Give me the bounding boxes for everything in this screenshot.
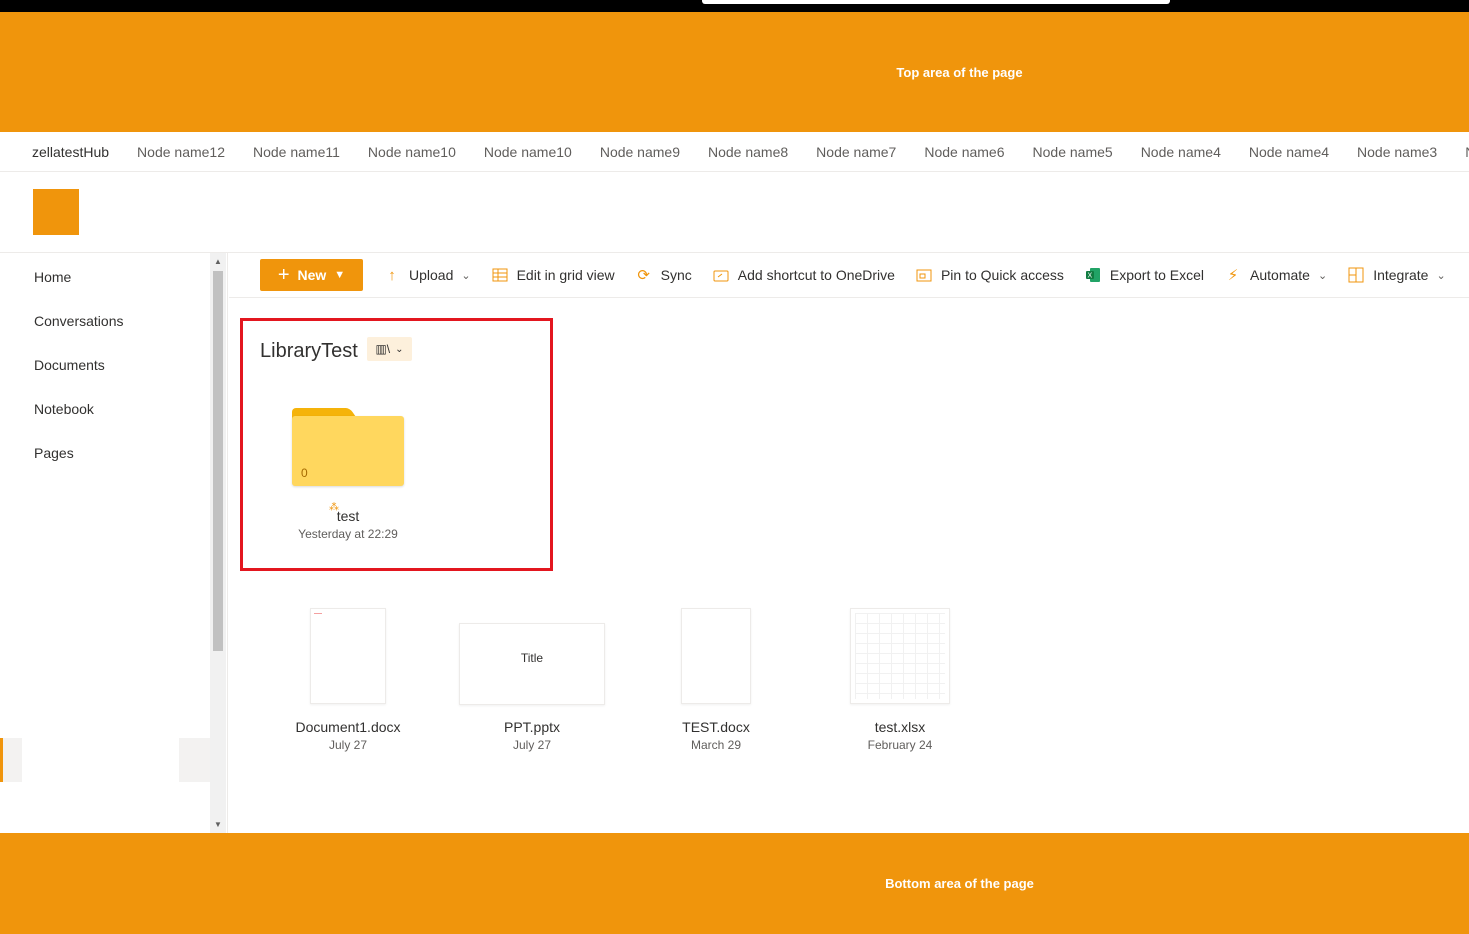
sync-button[interactable]: ⟳ Sync xyxy=(635,266,692,284)
new-button[interactable]: + New ▼ xyxy=(260,259,363,291)
nav-item-pages[interactable]: Pages xyxy=(34,445,74,461)
upload-icon: ↑ xyxy=(388,266,396,284)
folder-item-count: 0 xyxy=(301,466,308,480)
site-logo[interactable] xyxy=(33,189,79,235)
scroll-down-arrow-icon[interactable]: ▼ xyxy=(214,820,222,829)
nav-item-home[interactable]: Home xyxy=(34,269,71,285)
integrate-icon xyxy=(1347,266,1365,284)
file-date: July 27 xyxy=(328,738,368,752)
file-name[interactable]: TEST.docx xyxy=(646,719,786,735)
hub-name-link[interactable]: zellatestHub xyxy=(32,144,109,160)
hub-nav-node[interactable]: Node name11 xyxy=(253,144,340,160)
library-content: LibraryTest ▥\ ⌄ 0 ⁂ test Yesterday at 2… xyxy=(229,298,1469,833)
excel-icon: X xyxy=(1084,266,1102,284)
top-area-banner: Top area of the page xyxy=(0,12,1469,132)
ppt-slide-title: Title xyxy=(520,651,544,665)
integrate-label: Integrate xyxy=(1373,267,1429,283)
plus-icon: + xyxy=(277,264,290,286)
file-date: July 27 xyxy=(512,738,552,752)
hub-nav-node[interactable]: Node name6 xyxy=(924,144,1004,160)
ppt-thumbnail[interactable]: Title xyxy=(459,623,605,705)
edit-grid-view-label: Edit in grid view xyxy=(516,267,615,283)
shortcut-icon xyxy=(712,266,730,284)
address-bar-edge xyxy=(702,0,1170,4)
file-date: March 29 xyxy=(690,738,742,752)
folder-tile[interactable]: 0 xyxy=(292,408,404,486)
scrollbar-thumb[interactable] xyxy=(213,271,223,651)
hub-nav-node[interactable]: Node name9 xyxy=(600,144,680,160)
bottom-area-banner: Bottom area of the page xyxy=(0,833,1469,934)
automate-icon: ⚡ xyxy=(1227,267,1239,284)
nav-scrollbar[interactable]: ▲ ▼ xyxy=(210,253,226,833)
folder-body xyxy=(292,416,404,486)
test-xlsx-thumbnail[interactable] xyxy=(850,608,950,704)
hub-nav-node[interactable]: N xyxy=(1465,144,1469,160)
view-options-button[interactable]: ▥\ ⌄ xyxy=(367,337,412,361)
upload-label: Upload xyxy=(409,267,454,283)
sync-label: Sync xyxy=(660,267,692,283)
chevron-down-icon: ⌄ xyxy=(461,269,471,282)
document1-thumbnail[interactable] xyxy=(310,608,386,704)
scroll-up-arrow-icon[interactable]: ▲ xyxy=(214,257,222,266)
nav-edit-strip[interactable] xyxy=(0,738,22,782)
sheet-grid-preview xyxy=(855,613,945,699)
export-excel-button[interactable]: X Export to Excel xyxy=(1084,266,1204,284)
chevron-down-icon: ⌄ xyxy=(1317,269,1328,282)
edit-grid-view-button[interactable]: Edit in grid view xyxy=(491,266,615,284)
file-date: February 24 xyxy=(867,738,933,752)
hub-nav-node[interactable]: Node name4 xyxy=(1141,144,1221,160)
hub-nav-node[interactable]: Node name7 xyxy=(816,144,896,160)
top-area-label: Top area of the page xyxy=(896,64,1023,80)
pin-icon xyxy=(915,266,933,284)
hub-nav-node[interactable]: Node name12 xyxy=(137,144,225,160)
nav-edit-strip-right[interactable] xyxy=(179,738,210,782)
sync-icon: ⟳ xyxy=(637,267,650,284)
command-bar: + New ▼ ↑ Upload ⌄ Edit in grid view ⟳ S… xyxy=(229,253,1469,298)
hub-nav-node[interactable]: Node name10 xyxy=(484,144,572,160)
browser-top-bar xyxy=(0,0,1469,12)
hub-nav-node[interactable]: Node name4 xyxy=(1249,144,1329,160)
export-excel-label: Export to Excel xyxy=(1109,267,1205,283)
bottom-area-label: Bottom area of the page xyxy=(885,876,1034,891)
add-shortcut-label: Add shortcut to OneDrive xyxy=(737,267,895,283)
new-button-label: New xyxy=(297,267,327,283)
file-name[interactable]: PPT.pptx xyxy=(462,719,602,735)
test-docx-thumbnail[interactable] xyxy=(681,608,751,704)
hub-nav-node[interactable]: Node name10 xyxy=(368,144,456,160)
site-header xyxy=(0,172,1469,253)
nav-item-notebook[interactable]: Notebook xyxy=(34,401,94,417)
add-shortcut-button[interactable]: Add shortcut to OneDrive xyxy=(712,266,895,284)
library-title: LibraryTest xyxy=(260,340,358,362)
folder-name[interactable]: test xyxy=(298,508,398,524)
grid-icon xyxy=(491,266,509,284)
library-view-icon: ▥\ xyxy=(375,342,391,356)
upload-button[interactable]: ↑ Upload ⌄ xyxy=(383,266,471,284)
pin-quick-access-button[interactable]: Pin to Quick access xyxy=(915,266,1064,284)
nav-item-documents[interactable]: Documents xyxy=(34,357,105,373)
hub-nav-node[interactable]: Node name5 xyxy=(1033,144,1113,160)
pin-quick-access-label: Pin to Quick access xyxy=(940,267,1064,283)
svg-text:X: X xyxy=(1087,273,1092,280)
doc-preview-mark xyxy=(314,613,322,617)
automate-label: Automate xyxy=(1250,267,1310,283)
chevron-down-icon: ▼ xyxy=(334,269,346,281)
integrate-button[interactable]: Integrate ⌄ xyxy=(1347,266,1446,284)
nav-item-conversations[interactable]: Conversations xyxy=(34,313,124,329)
file-name[interactable]: test.xlsx xyxy=(830,719,970,735)
left-navigation: Home Conversations Documents Notebook Pa… xyxy=(0,253,228,833)
folder-date: Yesterday at 22:29 xyxy=(298,527,398,541)
chevron-down-icon: ⌄ xyxy=(395,343,404,355)
file-name[interactable]: Document1.docx xyxy=(278,719,418,735)
automate-button[interactable]: ⚡ Automate ⌄ xyxy=(1224,266,1327,284)
chevron-down-icon: ⌄ xyxy=(1436,269,1446,282)
hub-nav-node[interactable]: Node name3 xyxy=(1357,144,1437,160)
hub-nav-node[interactable]: Node name8 xyxy=(708,144,788,160)
hub-navigation: zellatestHub Node name12 Node name11 Nod… xyxy=(0,132,1469,172)
